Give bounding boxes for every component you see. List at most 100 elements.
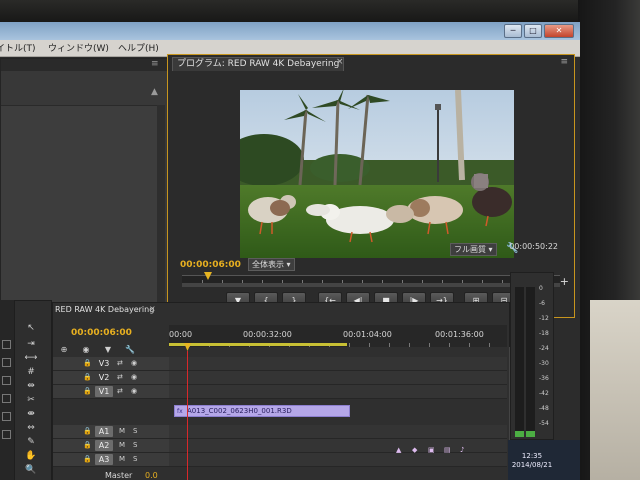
master-track-label: Master bbox=[105, 471, 133, 480]
lock-icon[interactable]: 🔒 bbox=[83, 427, 92, 435]
source-panel: ≡ ▲ bbox=[0, 58, 168, 322]
track-header-v1: 🔒 V1 ⇄ ◉ bbox=[53, 385, 169, 399]
program-monitor-tab[interactable]: プログラム: RED RAW 4K Debayering bbox=[172, 57, 345, 71]
volume-icon[interactable]: ♪ bbox=[460, 446, 464, 454]
lock-icon[interactable]: 🔒 bbox=[83, 373, 92, 381]
timeline-playhead[interactable] bbox=[184, 343, 191, 351]
audio-meter: 0 -6 -12 -18 -24 -30 -36 -42 -48 -54 bbox=[510, 272, 554, 440]
work-area-bar[interactable] bbox=[169, 343, 347, 346]
timeline-settings-icon[interactable]: 🔧 bbox=[123, 345, 137, 355]
minimize-button[interactable]: ─ bbox=[504, 24, 522, 38]
track-label[interactable]: V3 bbox=[95, 358, 113, 369]
meter-label: -12 bbox=[539, 315, 549, 322]
add-button-icon[interactable]: + bbox=[560, 275, 569, 288]
timeline-panel: RED RAW 4K Debayering × 00:00:06:00 ⊕ ◉ … bbox=[52, 302, 515, 480]
playhead-line bbox=[187, 351, 188, 480]
track-header-a1: 🔒 A1 M S bbox=[53, 425, 169, 439]
ripple-edit-tool-icon[interactable]: ⟷ bbox=[23, 353, 39, 363]
menu-title[interactable]: イトル(T) bbox=[0, 41, 36, 54]
meter-bar-right bbox=[526, 287, 535, 437]
solo-button[interactable]: S bbox=[133, 441, 137, 449]
meter-label: 0 bbox=[539, 285, 543, 292]
lock-icon[interactable]: 🔒 bbox=[83, 359, 92, 367]
track-v3[interactable] bbox=[169, 357, 507, 371]
quality-dropdown[interactable]: フル画質 ▾ bbox=[450, 243, 497, 256]
fit-dropdown[interactable]: 全体表示 ▾ bbox=[248, 258, 295, 271]
video-clip[interactable]: fx A013_C002_0623H0_001.R3D bbox=[174, 405, 350, 417]
menu-help[interactable]: ヘルプ(H) bbox=[118, 41, 159, 54]
menu-window[interactable]: ウィンドウ(W) bbox=[48, 41, 109, 54]
slide-tool-icon[interactable]: ⇔ bbox=[23, 423, 39, 433]
lock-icon[interactable]: 🔒 bbox=[83, 387, 92, 395]
sync-icon[interactable]: ⇄ bbox=[117, 359, 123, 367]
meter-label: -30 bbox=[539, 360, 549, 367]
program-current-time[interactable]: 00:00:06:00 bbox=[180, 260, 241, 270]
meter-bar-left bbox=[515, 287, 524, 437]
slip-tool-icon[interactable]: ⇼ bbox=[23, 409, 39, 419]
track-a3[interactable] bbox=[169, 453, 507, 467]
track-v2[interactable] bbox=[169, 371, 507, 385]
selection-tool-icon[interactable]: ↖ bbox=[23, 323, 39, 333]
zoom-scroll-bar[interactable] bbox=[182, 283, 560, 287]
hand-tool-icon[interactable]: ✋ bbox=[23, 451, 39, 461]
razor-tool-icon[interactable]: ✂ bbox=[23, 395, 39, 405]
rate-stretch-tool-icon[interactable]: ⇹ bbox=[23, 381, 39, 391]
meter-label: -48 bbox=[539, 405, 549, 412]
ruler-label: 00:00:32:00 bbox=[243, 330, 292, 339]
solo-button[interactable]: S bbox=[133, 427, 137, 435]
scroll-up-icon[interactable]: ▲ bbox=[151, 87, 158, 97]
meter-label: -42 bbox=[539, 390, 549, 397]
track-label[interactable]: A2 bbox=[95, 440, 113, 451]
track-a1[interactable] bbox=[169, 425, 507, 439]
master-volume-value[interactable]: 0.0 bbox=[145, 471, 158, 480]
track-select-tool-icon[interactable]: ⇥ bbox=[23, 339, 39, 349]
mute-button[interactable]: M bbox=[119, 441, 125, 449]
add-marker-icon[interactable]: ▼ bbox=[101, 345, 115, 355]
meter-label: -24 bbox=[539, 345, 549, 352]
track-label[interactable]: A1 bbox=[95, 426, 113, 437]
panel-menu-icon[interactable]: ≡ bbox=[151, 59, 159, 69]
tab-close-icon[interactable]: × bbox=[149, 304, 156, 313]
mute-button[interactable]: M bbox=[119, 455, 125, 463]
meter-label: -36 bbox=[539, 375, 549, 382]
panel-menu-icon[interactable]: ≡ bbox=[560, 57, 568, 67]
taskbar-clock[interactable]: 12:35 2014/08/21 bbox=[504, 452, 560, 470]
lock-icon[interactable]: 🔒 bbox=[83, 441, 92, 449]
timeline-tab[interactable]: RED RAW 4K Debayering bbox=[55, 304, 154, 316]
sync-icon[interactable]: ⇄ bbox=[117, 373, 123, 381]
ruler-label: 00:01:04:00 bbox=[343, 330, 392, 339]
tray-icon[interactable]: ◆ bbox=[412, 446, 417, 454]
window-titlebar: ─ □ ✕ bbox=[0, 22, 580, 40]
tray-icon[interactable]: ▲ bbox=[396, 446, 401, 454]
program-duration: 00:00:50:22 bbox=[509, 242, 558, 251]
snap-icon[interactable]: ⊕ bbox=[57, 345, 71, 355]
tools-panel: ↖ ⇥ ⟷ # ⇹ ✂ ⇼ ⇔ ✎ ✋ 🔍 bbox=[14, 300, 52, 480]
eye-icon[interactable]: ◉ bbox=[131, 387, 137, 395]
eye-icon[interactable]: ◉ bbox=[131, 373, 137, 381]
track-label[interactable]: V2 bbox=[95, 372, 113, 383]
timeline-current-time[interactable]: 00:00:06:00 bbox=[71, 328, 132, 338]
lock-icon[interactable]: 🔒 bbox=[83, 455, 92, 463]
close-button[interactable]: ✕ bbox=[544, 24, 574, 38]
mute-button[interactable]: M bbox=[119, 427, 125, 435]
rolling-edit-tool-icon[interactable]: # bbox=[23, 367, 39, 377]
maximize-button[interactable]: □ bbox=[524, 24, 542, 38]
track-label[interactable]: V1 bbox=[95, 386, 113, 397]
source-scrollbar[interactable] bbox=[157, 105, 165, 321]
track-label[interactable]: A3 bbox=[95, 454, 113, 465]
tray-icon[interactable]: ▤ bbox=[444, 446, 451, 454]
eye-icon[interactable]: ◉ bbox=[131, 359, 137, 367]
pen-tool-icon[interactable]: ✎ bbox=[23, 437, 39, 447]
linked-selection-icon[interactable]: ◉ bbox=[79, 345, 93, 355]
screen: ─ □ ✕ イトル(T) ウィンドウ(W) ヘルプ(H) ≡ ▲ プログラム: … bbox=[0, 22, 580, 480]
solo-button[interactable]: S bbox=[133, 455, 137, 463]
source-panel-tab[interactable] bbox=[1, 59, 167, 71]
tray-icon[interactable]: ▣ bbox=[428, 446, 435, 454]
tab-close-icon[interactable]: × bbox=[336, 57, 344, 67]
track-a2[interactable] bbox=[169, 439, 507, 453]
sync-icon[interactable]: ⇄ bbox=[117, 387, 123, 395]
fx-badge: fx bbox=[177, 408, 183, 415]
zoom-tool-icon[interactable]: 🔍 bbox=[23, 465, 39, 475]
track-v1[interactable] bbox=[169, 385, 507, 399]
ruler-label: 00:01:36:00 bbox=[435, 330, 484, 339]
